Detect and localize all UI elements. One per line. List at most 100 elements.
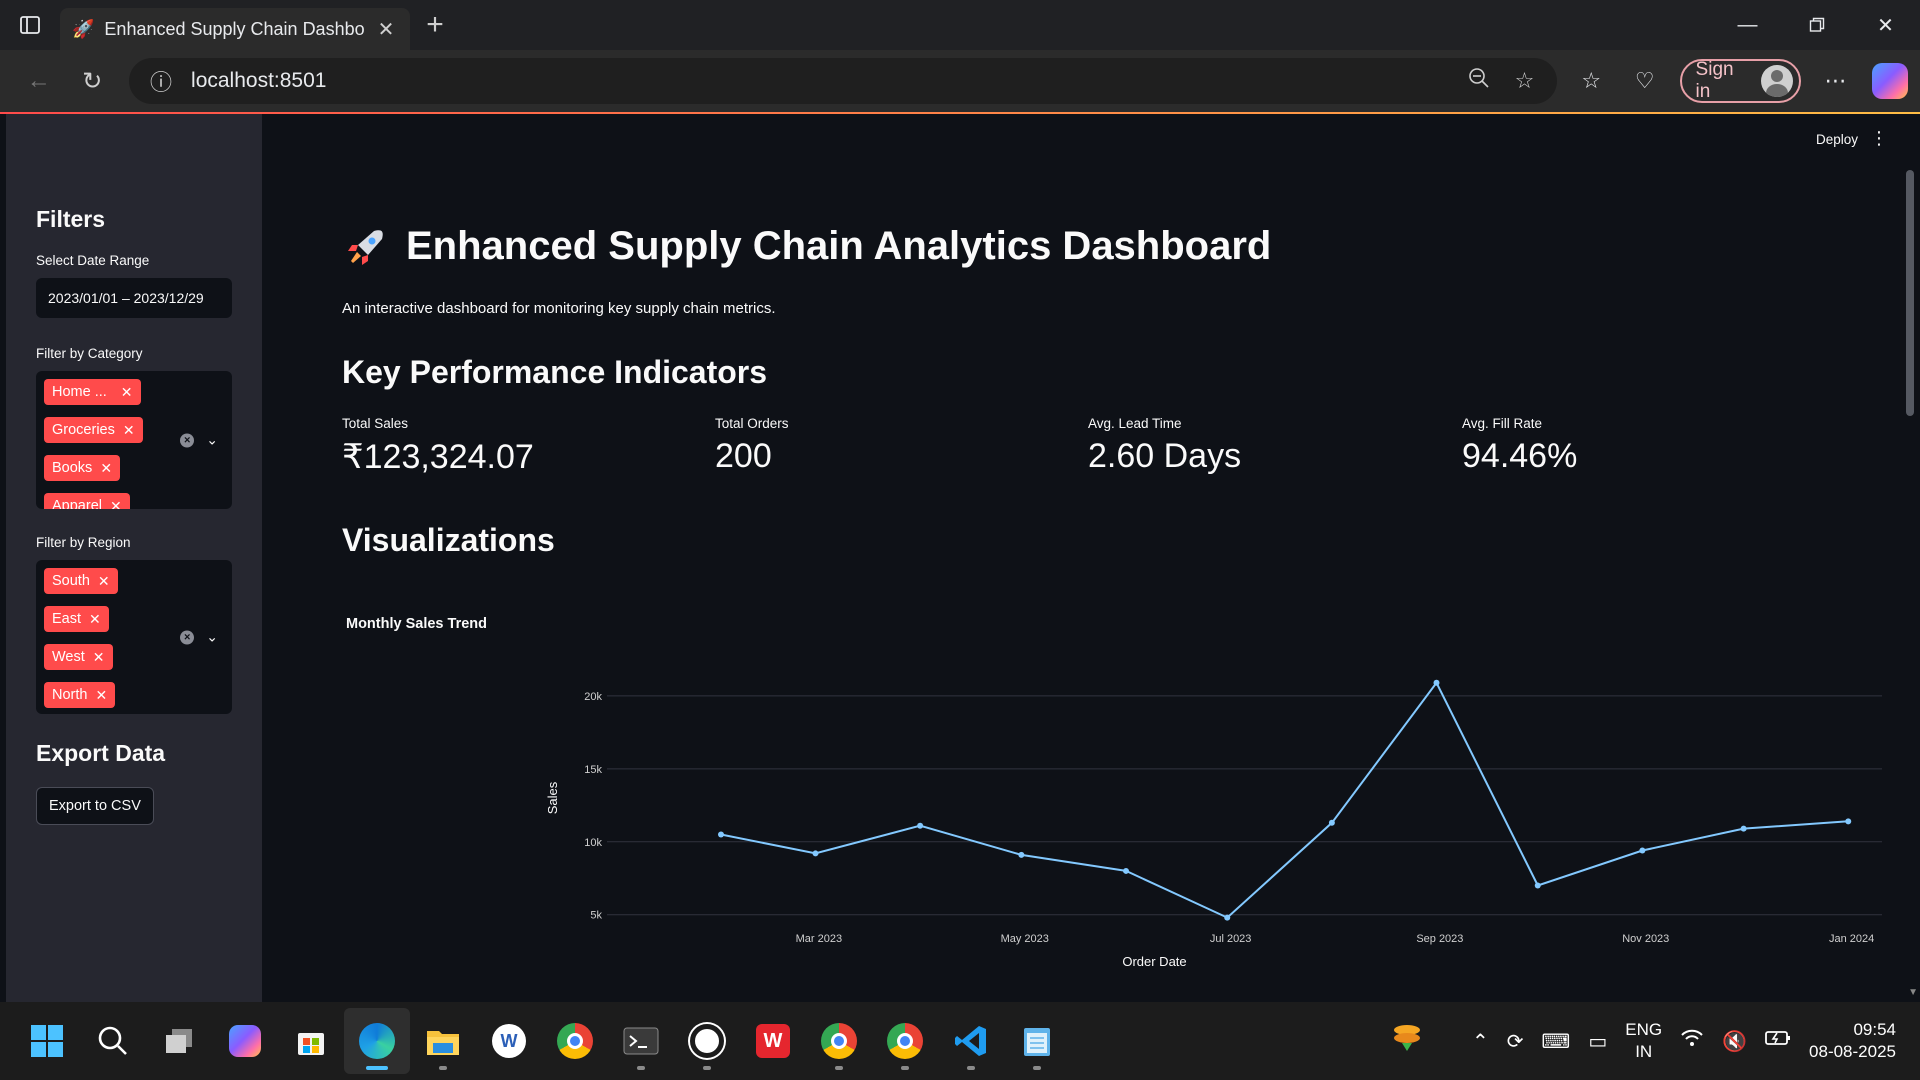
monthly-sales-chart[interactable]: 5k 10k 15k 20k Mar 2023 May 2023 Jul 2023 Sep 2…: [322, 644, 1902, 1002]
y-tick-label: 10k: [584, 837, 602, 849]
date-range-input[interactable]: 2023/01/01 – 2023/12/29: [36, 278, 232, 318]
start-icon[interactable]: [14, 1008, 80, 1074]
search-icon[interactable]: [80, 1008, 146, 1074]
remove-chip-icon[interactable]: ✕: [95, 687, 107, 704]
keyboard-icon[interactable]: ⌨: [1542, 1029, 1571, 1054]
remove-chip-icon[interactable]: ✕: [100, 460, 112, 477]
volume-muted-icon[interactable]: 🔇: [1722, 1029, 1747, 1054]
y-tick-label: 20k: [584, 691, 602, 703]
data-point: [1018, 851, 1025, 858]
remove-chip-icon[interactable]: ✕: [98, 573, 110, 590]
system-tray: ⌃ ⟳ ⌨ ▭ ENG IN 🔇 09:54 08-08-2025: [1390, 1019, 1920, 1063]
main-menu-icon[interactable]: ⋮: [1870, 128, 1888, 149]
x-tick-label: Mar 2023: [796, 933, 842, 945]
restore-icon[interactable]: [1782, 0, 1851, 50]
data-point: [1845, 818, 1852, 825]
data-point: [812, 850, 819, 857]
deploy-button[interactable]: Deploy: [1816, 132, 1858, 147]
wps-office-icon[interactable]: W: [740, 1008, 806, 1074]
sync-icon[interactable]: ⟳: [1507, 1029, 1524, 1054]
chevron-up-icon[interactable]: ⌃: [1472, 1029, 1489, 1054]
region-chip[interactable]: South ✕: [44, 568, 118, 594]
clear-all-icon[interactable]: ×: [180, 433, 195, 447]
chevron-down-icon[interactable]: ⌄: [206, 432, 218, 449]
browser-essentials-icon[interactable]: ♡: [1618, 68, 1672, 94]
chrome-icon[interactable]: [542, 1008, 608, 1074]
minimize-icon[interactable]: —: [1713, 0, 1782, 50]
region-chip[interactable]: West ✕: [44, 644, 113, 670]
info-icon[interactable]: ⓘ: [145, 65, 177, 97]
back-icon[interactable]: ←: [12, 54, 66, 108]
region-multiselect[interactable]: South ✕ East ✕ West ✕ North ✕ × ⌄: [36, 560, 232, 714]
page-subtitle: An interactive dashboard for monitoring …: [342, 300, 776, 317]
chrome-profile-icon[interactable]: [872, 1008, 938, 1074]
category-chip[interactable]: Groceries ✕: [44, 417, 143, 443]
tab-actions-icon[interactable]: [0, 0, 60, 50]
battery-icon[interactable]: [1765, 1028, 1791, 1054]
chevron-down-icon[interactable]: ⌄: [206, 629, 218, 646]
address-bar[interactable]: ⓘ localhost:8501 ☆: [129, 58, 1557, 104]
kpi-value: ₹123,324.07: [342, 438, 534, 476]
date-range-label: Select Date Range: [36, 253, 150, 268]
category-chip[interactable]: Books ✕: [44, 455, 121, 481]
clear-all-icon[interactable]: ×: [180, 630, 195, 644]
scrollbar[interactable]: [1906, 170, 1914, 416]
more-options-icon[interactable]: ⋯: [1809, 68, 1863, 94]
close-window-icon[interactable]: ✕: [1851, 0, 1920, 50]
export-heading: Export Data: [36, 740, 166, 766]
category-chip[interactable]: Home ... ✕: [44, 379, 141, 405]
chrome-profile-icon[interactable]: [806, 1008, 872, 1074]
chart-title: Monthly Sales Trend: [346, 616, 487, 632]
remove-chip-icon[interactable]: ✕: [89, 611, 101, 628]
window-controls: — ✕: [1713, 0, 1920, 50]
refresh-icon[interactable]: ↻: [66, 54, 120, 108]
tab-close-icon[interactable]: ✕: [374, 17, 398, 42]
notepad-icon[interactable]: [1004, 1008, 1070, 1074]
data-point: [718, 831, 724, 838]
remove-chip-icon[interactable]: ✕: [110, 498, 122, 510]
kpi-total-orders: Total Orders 200: [715, 416, 1075, 476]
favorites-icon[interactable]: ☆: [1565, 68, 1619, 94]
category-chip[interactable]: Apparel ✕: [44, 493, 130, 509]
kpi-total-sales: Total Sales ₹123,324.07: [342, 416, 702, 477]
browser-tab[interactable]: 🚀 Enhanced Supply Chain Dashboard ✕: [60, 8, 410, 50]
region-chip[interactable]: North ✕: [44, 682, 116, 708]
new-tab-button[interactable]: +: [410, 0, 460, 50]
tablet-mode-icon[interactable]: ▭: [1588, 1029, 1607, 1054]
data-point: [1224, 914, 1231, 921]
kpi-avg-lead-time: Avg. Lead Time 2.60 Days: [1088, 416, 1448, 476]
export-csv-button[interactable]: Export to CSV: [36, 787, 154, 825]
kpi-value: 200: [715, 437, 772, 475]
store-icon[interactable]: [278, 1008, 344, 1074]
stack-app-icon[interactable]: [1390, 1021, 1424, 1061]
y-tick-label: 5k: [590, 910, 602, 922]
task-view-icon[interactable]: [146, 1008, 212, 1074]
visualizations-heading: Visualizations: [342, 522, 555, 558]
remove-chip-icon[interactable]: ✕: [121, 384, 133, 401]
word-app-icon[interactable]: W: [476, 1008, 542, 1074]
copilot-taskbar-icon[interactable]: [212, 1008, 278, 1074]
file-explorer-icon[interactable]: [410, 1008, 476, 1074]
remove-chip-icon[interactable]: ✕: [123, 422, 135, 439]
region-chip[interactable]: East ✕: [44, 606, 109, 632]
github-icon[interactable]: [674, 1008, 740, 1074]
tab-title: Enhanced Supply Chain Dashboard: [104, 18, 364, 39]
language-indicator[interactable]: ENG IN: [1625, 1019, 1662, 1063]
copilot-icon[interactable]: [1872, 63, 1908, 99]
terminal-icon[interactable]: [608, 1008, 674, 1074]
url-text[interactable]: localhost:8501: [191, 69, 1448, 93]
category-multiselect[interactable]: Home ... ✕ Groceries ✕ Books ✕ Apparel ✕ × ⌄: [36, 371, 232, 509]
sign-in-button[interactable]: Sign in: [1679, 59, 1801, 103]
clock[interactable]: 09:54 08-08-2025: [1809, 1019, 1896, 1063]
edge-icon[interactable]: [344, 1008, 410, 1074]
x-axis-title: Order Date: [1122, 954, 1186, 969]
browser-tab-bar: 🚀 Enhanced Supply Chain Dashboard ✕ + — …: [0, 0, 1920, 50]
scroll-down-icon[interactable]: ▼: [1908, 987, 1918, 998]
data-point: [1123, 867, 1129, 874]
zoom-out-icon[interactable]: [1463, 67, 1495, 95]
wifi-icon[interactable]: [1680, 1028, 1704, 1054]
remove-chip-icon[interactable]: ✕: [93, 649, 105, 666]
data-point: [1639, 847, 1646, 854]
vscode-icon[interactable]: [938, 1008, 1004, 1074]
favorite-star-icon[interactable]: ☆: [1509, 68, 1541, 94]
